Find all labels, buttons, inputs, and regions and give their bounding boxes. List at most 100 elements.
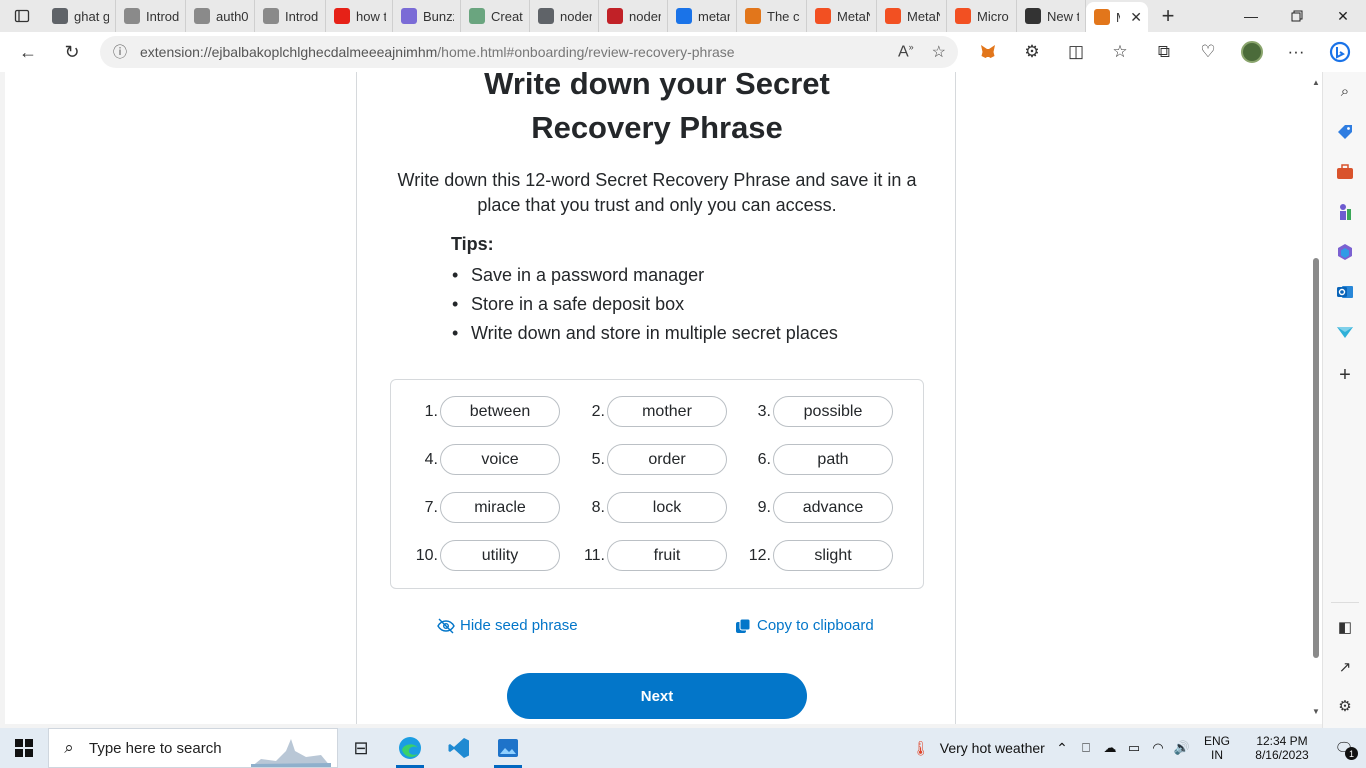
copilot-button[interactable] bbox=[1318, 32, 1362, 72]
seed-word: possible bbox=[773, 396, 893, 427]
close-icon: ✕ bbox=[1337, 7, 1349, 24]
browser-tab[interactable]: MetaN bbox=[807, 0, 877, 32]
add-sidebar-app-icon[interactable]: + bbox=[1335, 364, 1355, 386]
browser-tab[interactable]: how t bbox=[326, 0, 393, 32]
tips-title: Tips: bbox=[451, 234, 494, 254]
onedrive-cloud-icon[interactable]: ☁ bbox=[1098, 740, 1122, 756]
metamask-extension-button[interactable] bbox=[966, 32, 1010, 72]
show-hidden-icons-icon[interactable]: ⌃ bbox=[1050, 740, 1074, 757]
onboarding-card: Write down your Secret Recovery Phrase W… bbox=[356, 72, 956, 724]
edge-taskbar-button[interactable] bbox=[386, 728, 434, 768]
refresh-button[interactable]: ↻ bbox=[52, 35, 92, 69]
games-chess-icon[interactable] bbox=[1335, 202, 1355, 222]
browser-tab[interactable]: MetaN bbox=[877, 0, 947, 32]
weather-text: Very hot weather bbox=[939, 740, 1045, 756]
microsoft-icon bbox=[815, 8, 831, 24]
collections-button[interactable]: ⧉ bbox=[1142, 32, 1186, 72]
browser-tab-title: MetaN bbox=[907, 8, 940, 24]
drop-send-icon[interactable] bbox=[1335, 322, 1355, 342]
open-external-icon[interactable]: ↗ bbox=[1335, 657, 1355, 677]
more-menu-button[interactable]: ··· bbox=[1274, 32, 1318, 72]
favorite-star-icon[interactable]: ☆ bbox=[932, 42, 946, 62]
tab-strip: ghat g Introd auth0 Introd how t Bunzz Create n… bbox=[0, 0, 1366, 32]
extensions-button[interactable]: ⚙ bbox=[1010, 32, 1054, 72]
vscode-taskbar-button[interactable] bbox=[435, 728, 483, 768]
browser-tab-title: ghat g bbox=[74, 8, 109, 24]
info-icon[interactable]: ⓘ bbox=[100, 42, 140, 62]
address-bar[interactable]: ⓘ extension://ejbalbakoplchlghecdalmeeea… bbox=[100, 36, 958, 68]
back-button[interactable]: ← bbox=[8, 35, 48, 69]
seed-word-item: 5. order bbox=[581, 444, 727, 475]
page-scrollbar[interactable]: ▲ ▼ bbox=[1310, 72, 1322, 724]
browser-tab[interactable]: noder bbox=[530, 0, 599, 32]
system-tray: ⌃ ⎕ ☁ ▭ ◠ 🔊 ENG IN 12:34 PM 8/16/2023 🗨 … bbox=[1050, 728, 1366, 768]
settings-gear-icon[interactable]: ⚙ bbox=[1335, 696, 1355, 716]
browser-tab[interactable]: Introd bbox=[255, 0, 326, 32]
page-description: Write down this 12-word Secret Recovery … bbox=[397, 170, 917, 215]
browser-essentials-button[interactable]: ♡ bbox=[1186, 32, 1230, 72]
battery-icon[interactable]: ▭ bbox=[1122, 740, 1146, 756]
search-icon: ⌕ bbox=[64, 738, 74, 757]
favorites-button[interactable]: ☆ bbox=[1098, 32, 1142, 72]
bunzz-icon bbox=[401, 8, 417, 24]
meet-now-icon[interactable]: ⎕ bbox=[1074, 740, 1098, 756]
start-button[interactable] bbox=[0, 728, 48, 768]
weather-widget[interactable]: 🌡 Very hot weather bbox=[912, 728, 1045, 768]
browser-tab[interactable]: New t bbox=[1017, 0, 1086, 32]
seed-word-number: 7. bbox=[424, 498, 438, 516]
close-window-button[interactable]: ✕ bbox=[1320, 0, 1366, 32]
scrollbar-thumb[interactable] bbox=[1313, 258, 1319, 658]
browser-tab[interactable]: Bunzz bbox=[393, 0, 461, 32]
back-arrow-icon: ← bbox=[19, 41, 37, 62]
browser-tab[interactable]: noder bbox=[599, 0, 668, 32]
microsoft-365-icon[interactable] bbox=[1335, 242, 1355, 262]
language-indicator[interactable]: ENG IN bbox=[1198, 734, 1236, 762]
tab-actions-button[interactable] bbox=[0, 0, 44, 32]
seed-word-item: 10. utility bbox=[414, 540, 560, 571]
tools-briefcase-icon[interactable] bbox=[1335, 162, 1355, 182]
browser-tab[interactable]: ghat g bbox=[44, 0, 116, 32]
next-button[interactable]: Next bbox=[507, 673, 807, 719]
tip-item: Save in a password manager bbox=[452, 261, 891, 290]
shopping-tag-icon[interactable] bbox=[1335, 122, 1355, 142]
seed-word: voice bbox=[440, 444, 560, 475]
photos-taskbar-button[interactable] bbox=[484, 728, 532, 768]
search-icon bbox=[52, 8, 68, 24]
seed-word-item: 7. miracle bbox=[414, 492, 560, 523]
openai-icon bbox=[124, 8, 140, 24]
minimize-button[interactable]: — bbox=[1228, 0, 1274, 32]
browser-tab[interactable]: M✕ bbox=[1086, 2, 1148, 32]
scroll-down-icon[interactable]: ▼ bbox=[1312, 707, 1320, 716]
browser-tab-title: M bbox=[1116, 10, 1120, 25]
browser-tab[interactable]: Create bbox=[461, 0, 530, 32]
outlook-icon[interactable] bbox=[1335, 282, 1355, 302]
close-tab-icon[interactable]: ✕ bbox=[1130, 9, 1142, 26]
task-view-icon: ⊟ bbox=[353, 737, 369, 758]
split-screen-button[interactable]: ◫ bbox=[1054, 32, 1098, 72]
tip-item: Store in a safe deposit box bbox=[452, 290, 891, 319]
notification-center-button[interactable]: 🗨 1 bbox=[1322, 728, 1366, 768]
seed-word-number: 6. bbox=[757, 450, 771, 468]
tip-item: Write down and store in multiple secret … bbox=[452, 319, 891, 348]
browser-tab[interactable]: Micro bbox=[947, 0, 1017, 32]
seed-word-item: 1. between bbox=[414, 396, 560, 427]
scroll-up-icon[interactable]: ▲ bbox=[1312, 78, 1320, 87]
taskbar-search[interactable]: ⌕ Type here to search bbox=[48, 728, 338, 768]
wifi-icon[interactable]: ◠ bbox=[1146, 740, 1170, 756]
hide-seed-phrase-link[interactable]: Hide seed phrase bbox=[437, 617, 578, 634]
copy-to-clipboard-link[interactable]: Copy to clipboard bbox=[735, 617, 874, 634]
sidebar-panel-icon[interactable]: ◧ bbox=[1335, 617, 1355, 637]
task-view-button[interactable]: ⊟ bbox=[337, 728, 385, 768]
read-aloud-icon[interactable]: A» bbox=[898, 42, 914, 61]
browser-tab[interactable]: Introd bbox=[116, 0, 186, 32]
browser-tab[interactable]: auth0 bbox=[186, 0, 255, 32]
maximize-button[interactable] bbox=[1274, 0, 1320, 32]
clock[interactable]: 12:34 PM 8/16/2023 bbox=[1242, 734, 1322, 762]
browser-tab[interactable]: The cr bbox=[737, 0, 807, 32]
browser-tab[interactable]: metan bbox=[668, 0, 737, 32]
sidebar-search-icon[interactable]: ⌕ bbox=[1335, 81, 1355, 101]
volume-icon[interactable]: 🔊 bbox=[1170, 740, 1194, 756]
profile-button[interactable] bbox=[1230, 32, 1274, 72]
new-tab-button[interactable]: + bbox=[1148, 0, 1188, 32]
seed-word-number: 8. bbox=[591, 498, 605, 516]
